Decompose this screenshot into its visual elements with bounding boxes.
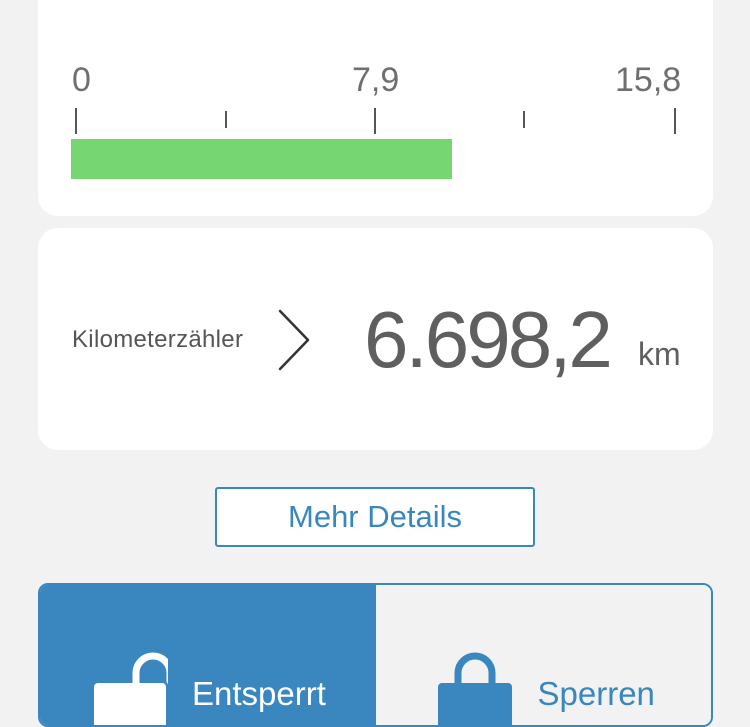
lock-label: Sperren xyxy=(537,675,655,712)
lock-control: Entsperrt Sperren xyxy=(38,583,713,727)
gauge-tick xyxy=(225,111,227,128)
odometer-label: Kilometerzähler xyxy=(72,326,244,353)
odometer-value: 6.698,2 xyxy=(364,295,613,384)
unlocked-label: Entsperrt xyxy=(192,675,326,712)
gauge-tick xyxy=(674,108,676,134)
gauge-mid-label: 7,9 xyxy=(352,61,400,99)
more-details-button[interactable]: Mehr Details xyxy=(215,487,535,547)
gauge-fill-bar xyxy=(71,139,452,179)
gauge-tick xyxy=(523,111,525,128)
chevron-right-icon[interactable] xyxy=(276,308,316,372)
gauge-tick xyxy=(75,108,77,134)
gauge-min-label: 0 xyxy=(72,61,91,99)
unlocked-segment[interactable]: Entsperrt xyxy=(40,585,376,725)
gauge-tick xyxy=(374,108,376,134)
lock-segment[interactable]: Sperren xyxy=(375,585,711,725)
locked-padlock-icon xyxy=(437,652,512,725)
gauge-max-label: 15,8 xyxy=(615,61,682,99)
odometer-unit: km xyxy=(638,336,681,372)
unlocked-padlock-icon xyxy=(94,652,168,725)
